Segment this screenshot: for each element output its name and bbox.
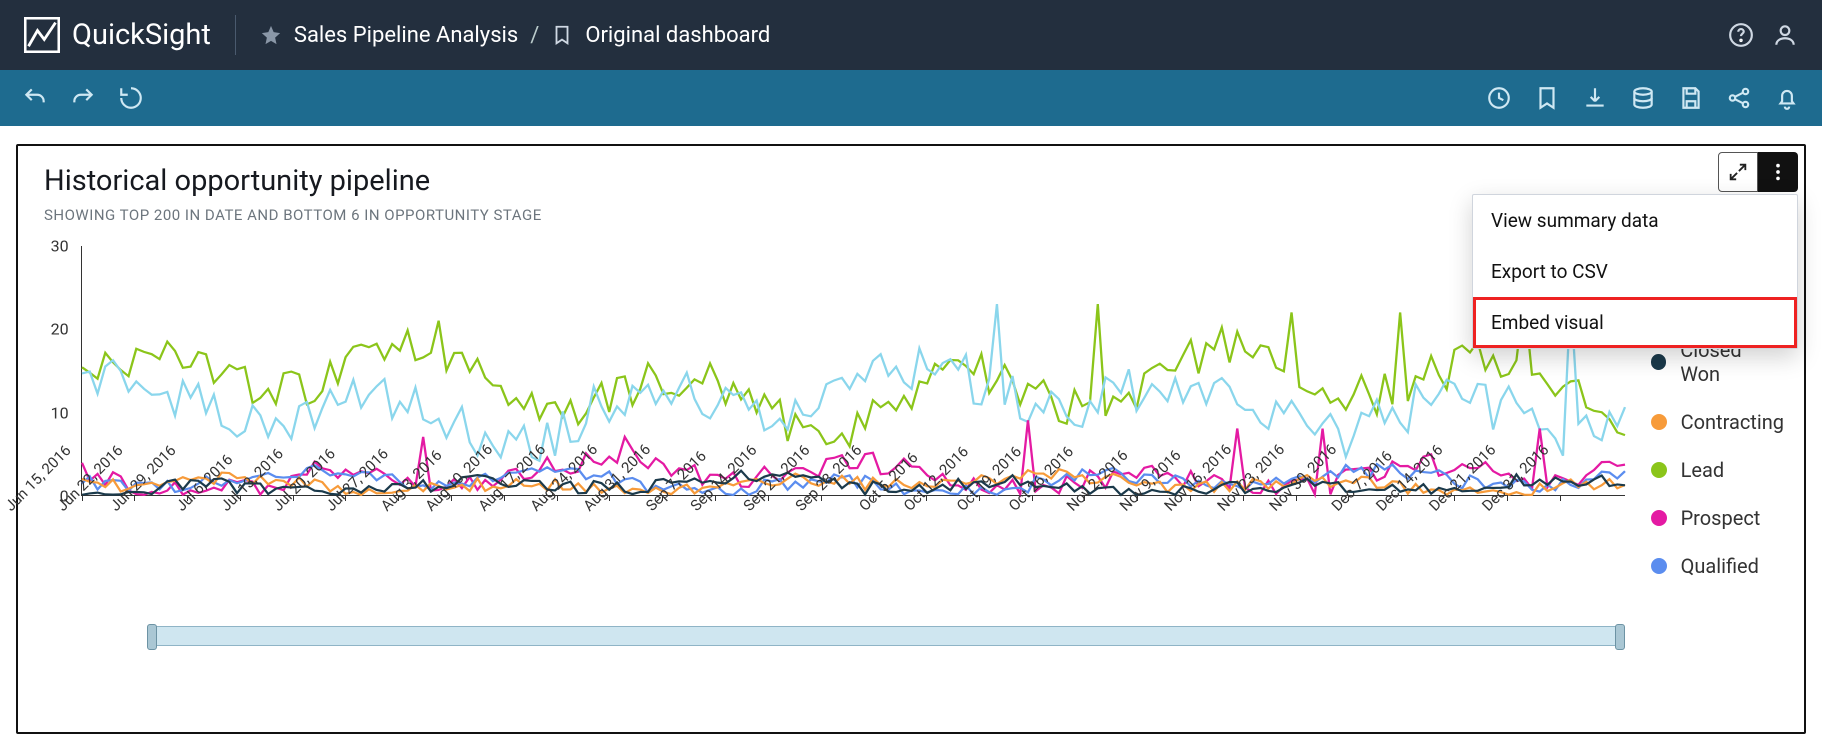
chart-scrollbar[interactable] bbox=[147, 626, 1625, 646]
dashboard-stage: View summary data Export to CSV Embed vi… bbox=[0, 126, 1822, 750]
help-icon[interactable] bbox=[1728, 22, 1754, 48]
alerts-icon[interactable] bbox=[1774, 85, 1800, 111]
user-icon[interactable] bbox=[1772, 22, 1798, 48]
legend-label: Lead bbox=[1681, 458, 1725, 482]
toolbar bbox=[0, 70, 1822, 126]
breadcrumb-analysis[interactable]: Sales Pipeline Analysis bbox=[294, 23, 518, 48]
visual-title: Historical opportunity pipeline bbox=[44, 164, 1784, 198]
x-axis-labels: Jun 15, 2016Jun 22, 2016Jun 29, 2016Jul … bbox=[81, 496, 1625, 616]
bookmark-toolbar-icon[interactable] bbox=[1534, 85, 1560, 111]
share-icon[interactable] bbox=[1726, 85, 1752, 111]
download-icon[interactable] bbox=[1582, 85, 1608, 111]
quicksight-icon bbox=[24, 17, 60, 53]
bookmark-icon[interactable] bbox=[551, 24, 573, 46]
legend-prospect[interactable]: Prospect bbox=[1651, 506, 1784, 530]
menu-export-csv[interactable]: Export to CSV bbox=[1473, 246, 1797, 297]
star-icon[interactable] bbox=[260, 24, 282, 46]
schedule-icon[interactable] bbox=[1486, 85, 1512, 111]
legend-lead[interactable]: Lead bbox=[1651, 458, 1784, 482]
breadcrumb-dashboard[interactable]: Original dashboard bbox=[585, 23, 770, 48]
app-bar-divider bbox=[235, 15, 236, 55]
breadcrumb-sep: / bbox=[530, 23, 539, 48]
logo[interactable]: QuickSight bbox=[24, 17, 211, 53]
expand-button[interactable] bbox=[1718, 152, 1758, 192]
menu-view-summary[interactable]: View summary data bbox=[1473, 195, 1797, 246]
visual-menu-dropdown: View summary data Export to CSV Embed vi… bbox=[1472, 194, 1798, 349]
visual-menu-button[interactable] bbox=[1758, 152, 1798, 192]
y-tick: 20 bbox=[51, 320, 69, 339]
scrollbar-handle-left[interactable] bbox=[147, 624, 157, 650]
save-icon[interactable] bbox=[1678, 85, 1704, 111]
legend-label: Qualified bbox=[1681, 554, 1759, 578]
product-name: QuickSight bbox=[72, 18, 211, 52]
legend-label: Prospect bbox=[1681, 506, 1761, 530]
legend-qualified[interactable]: Qualified bbox=[1651, 554, 1784, 578]
legend-contracting[interactable]: Contracting bbox=[1651, 410, 1784, 434]
y-tick: 10 bbox=[51, 403, 69, 422]
scrollbar-handle-right[interactable] bbox=[1615, 624, 1625, 650]
app-bar: QuickSight Sales Pipeline Analysis / Ori… bbox=[0, 0, 1822, 70]
reset-icon[interactable] bbox=[118, 85, 144, 111]
y-tick: 30 bbox=[51, 237, 69, 256]
visual-panel: View summary data Export to CSV Embed vi… bbox=[16, 144, 1806, 734]
legend-label: Contracting bbox=[1681, 410, 1784, 434]
redo-icon[interactable] bbox=[70, 85, 96, 111]
breadcrumb: Sales Pipeline Analysis / Original dashb… bbox=[260, 23, 770, 48]
menu-embed-visual[interactable]: Embed visual bbox=[1473, 297, 1797, 348]
undo-icon[interactable] bbox=[22, 85, 48, 111]
datasets-icon[interactable] bbox=[1630, 85, 1656, 111]
